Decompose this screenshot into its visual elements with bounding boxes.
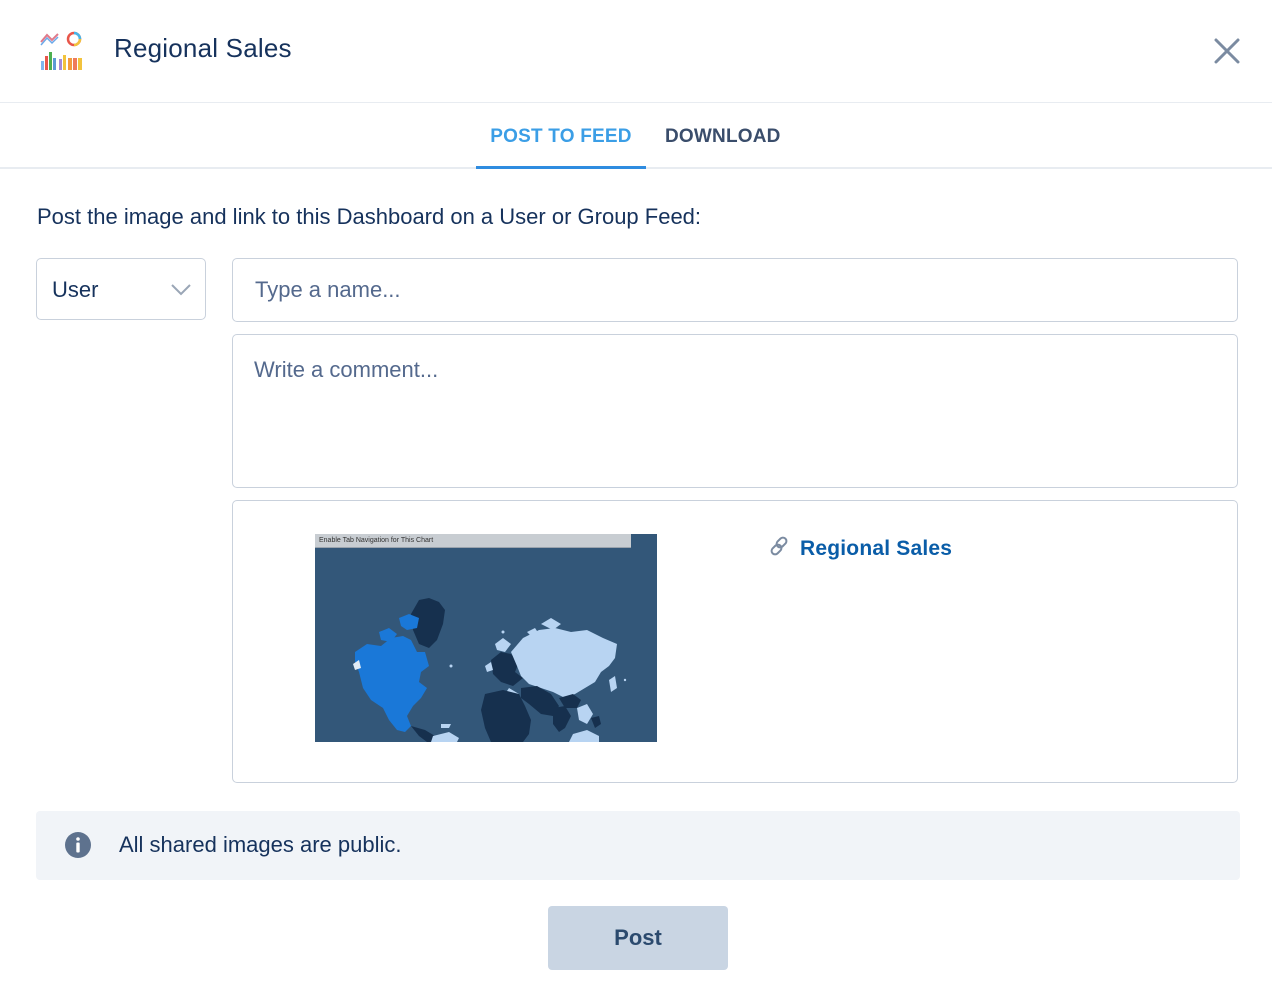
modal-title: Regional Sales bbox=[114, 33, 292, 63]
name-input[interactable] bbox=[232, 258, 1238, 322]
feed-type-select[interactable]: User bbox=[36, 258, 206, 320]
feed-type-value: User bbox=[52, 277, 99, 302]
modal-header: Regional Sales bbox=[0, 0, 1272, 103]
tab-bar: POST TO FEED DOWNLOAD bbox=[0, 103, 1272, 169]
post-button[interactable]: Post bbox=[548, 906, 728, 970]
world-map-image bbox=[353, 598, 627, 742]
notice-text: All shared images are public. bbox=[119, 832, 402, 857]
instructions-text: Post the image and link to this Dashboar… bbox=[37, 204, 702, 229]
chevron-down-icon bbox=[171, 284, 191, 296]
tab-post-to-feed[interactable]: POST TO FEED bbox=[476, 103, 646, 167]
dashboard-chart-icon bbox=[40, 31, 82, 70]
thumbnail-banner: Enable Tab Navigation for This Chart bbox=[315, 534, 631, 548]
info-icon bbox=[65, 832, 91, 858]
link-icon bbox=[770, 536, 788, 556]
active-tab-indicator bbox=[476, 166, 646, 169]
share-preview: Enable Tab Navigation for This Chart Reg… bbox=[232, 500, 1238, 783]
tab-download[interactable]: DOWNLOAD bbox=[665, 103, 781, 167]
close-button[interactable] bbox=[1206, 30, 1248, 72]
dashboard-thumbnail: Enable Tab Navigation for This Chart bbox=[315, 534, 657, 742]
public-notice: All shared images are public. bbox=[36, 811, 1240, 880]
close-icon bbox=[1214, 38, 1240, 64]
comment-input[interactable] bbox=[232, 334, 1238, 488]
dashboard-link[interactable]: Regional Sales bbox=[800, 537, 952, 561]
